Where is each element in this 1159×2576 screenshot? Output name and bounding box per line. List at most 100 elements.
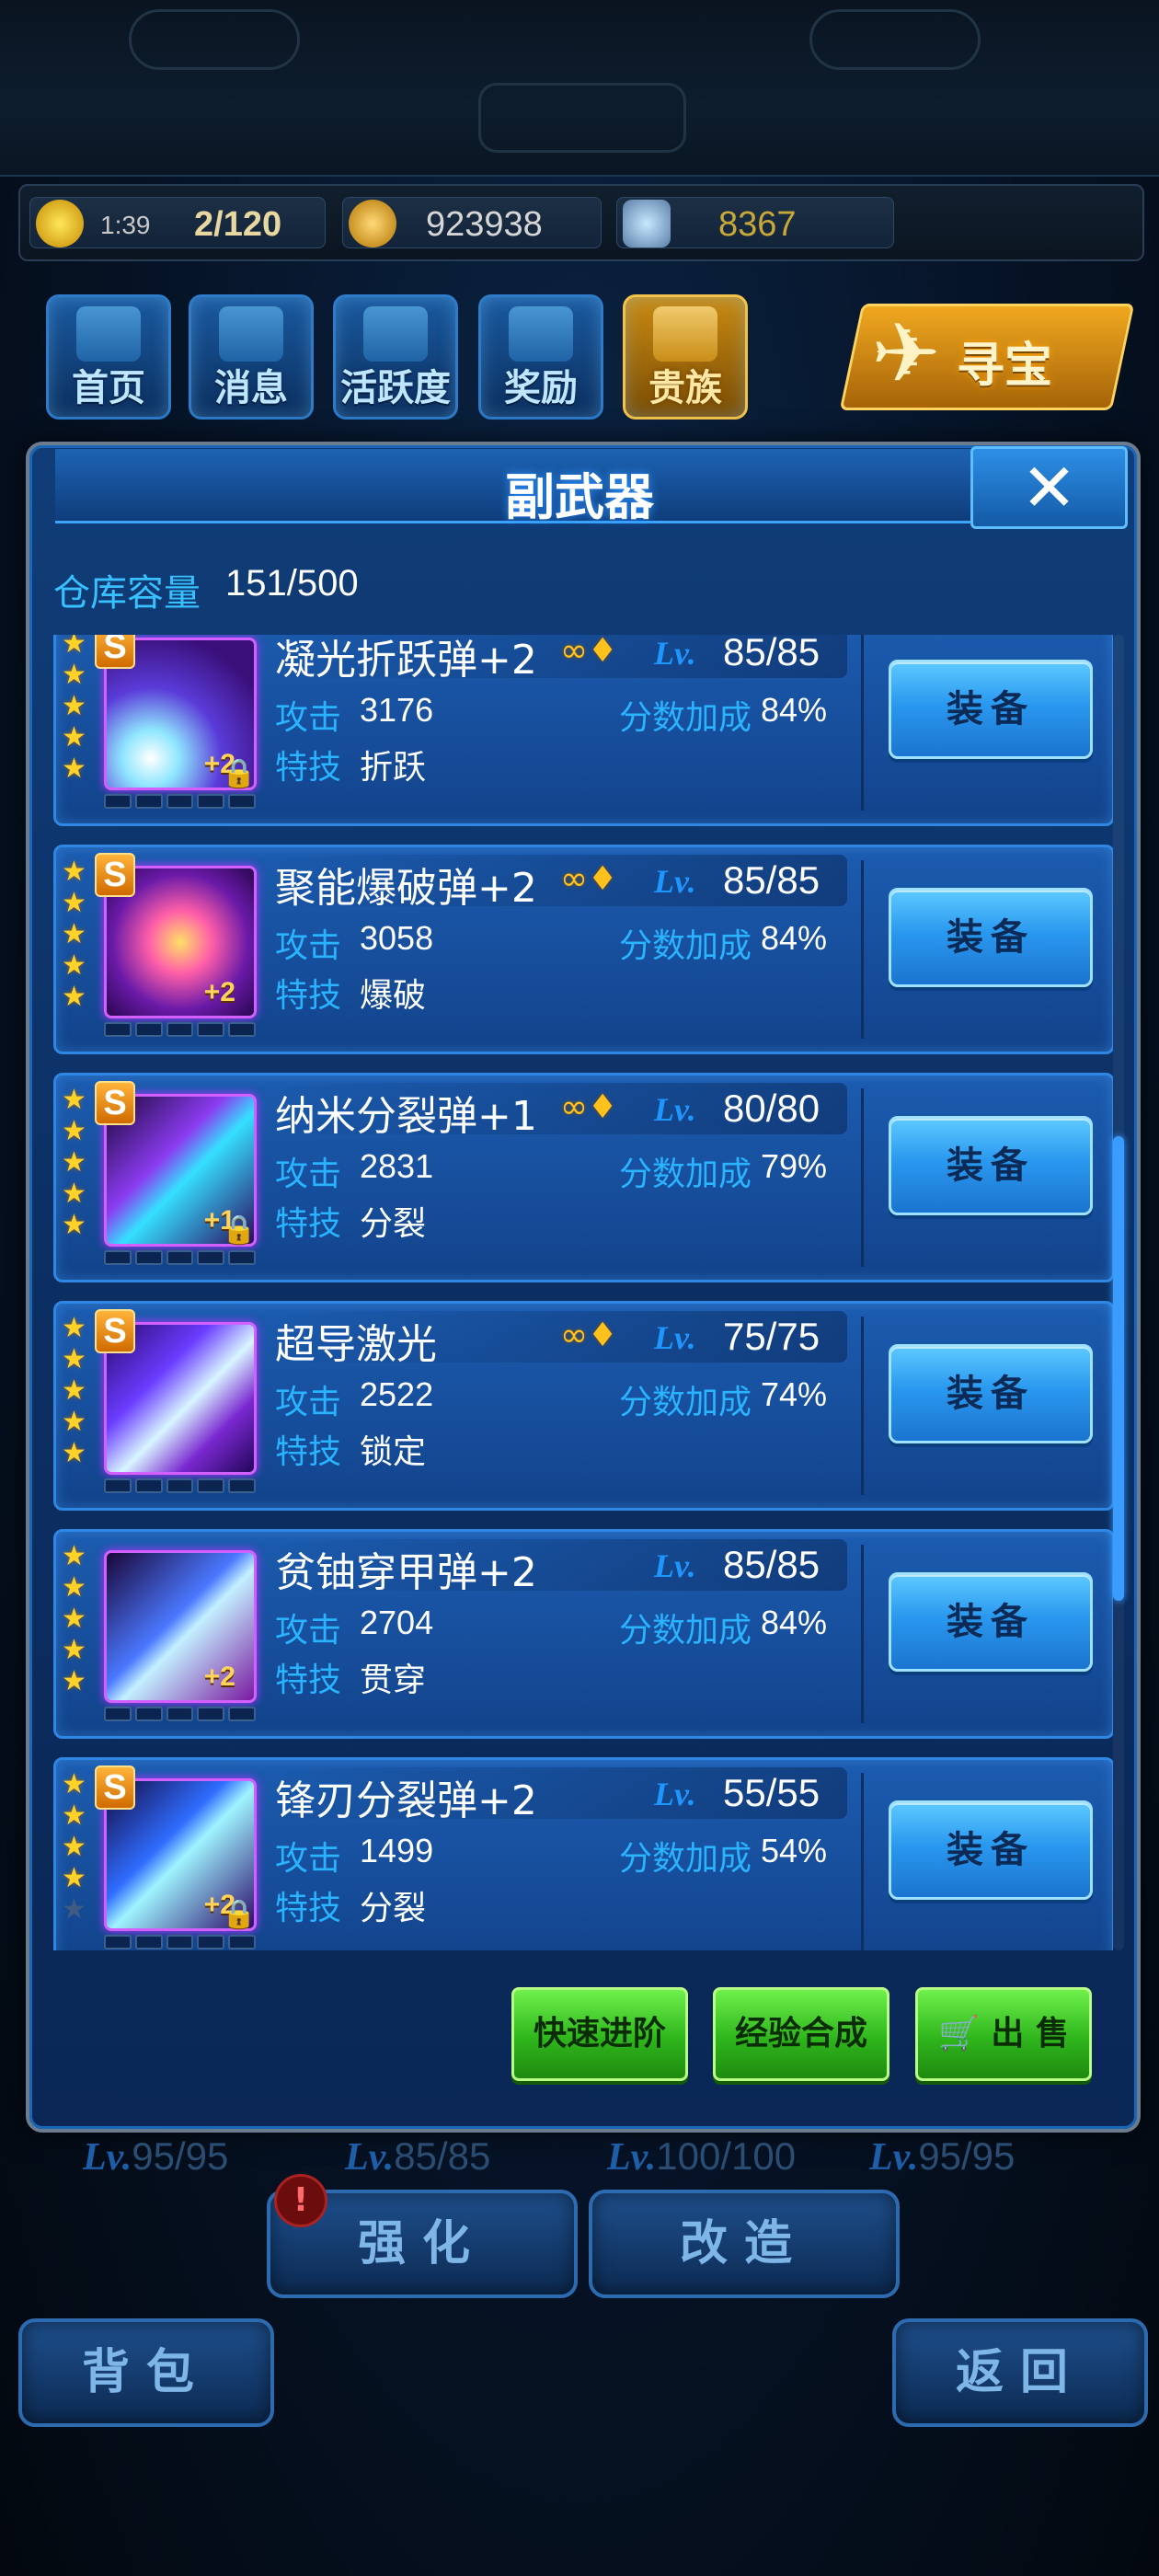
- link-icon: ∞♦: [560, 1317, 618, 1354]
- bonus-value: 79%: [761, 1147, 828, 1185]
- badge-icon: [363, 306, 428, 362]
- gem-slots: [104, 1250, 256, 1265]
- weapon-name: 贫铀穿甲弹+2: [275, 1549, 537, 1596]
- capacity-value: 151/500: [225, 563, 359, 604]
- weapon-name: 超导激光: [275, 1321, 437, 1368]
- weapon-row[interactable]: ★ ★ ★ ★ ★ +2 贫铀穿甲弹+2 Lv. 85/85 攻击 2704 分数加成 …: [53, 1529, 1113, 1739]
- lock-icon[interactable]: 🔒: [222, 757, 256, 790]
- attack-value: 2831: [360, 1147, 434, 1185]
- menu-label: 首页: [72, 367, 145, 409]
- star-icon: ★: [62, 659, 86, 691]
- equip-button[interactable]: 装备: [889, 660, 1093, 759]
- star-icon: ★: [62, 1603, 86, 1635]
- weapon-row[interactable]: ★ ★ ★ ★ ★ S +1 🔒 纳米分裂弹+1 ∞♦ Lv. 80/80 攻击 283…: [53, 1073, 1113, 1282]
- skill-value: 锁定: [360, 1433, 427, 1471]
- menu-label: 消息: [214, 367, 288, 409]
- star-icon: ★: [62, 1437, 86, 1469]
- hud-level-value: 95/95: [918, 2134, 1016, 2178]
- lock-icon[interactable]: 🔒: [222, 1213, 256, 1247]
- back-button[interactable]: 返回: [892, 2318, 1148, 2427]
- star-icon: ★: [62, 1374, 86, 1407]
- equip-button[interactable]: 装备: [889, 1116, 1093, 1215]
- hud-level-value: 85/85: [394, 2134, 491, 2178]
- skill-label: 特技: [275, 977, 342, 1015]
- equip-button[interactable]: 装备: [889, 1572, 1093, 1672]
- row-divider: [861, 1088, 864, 1267]
- attack-label: 攻击: [275, 699, 342, 737]
- weapon-row[interactable]: ★ ★ ★ ★ ★ S +2 🔒 凝光折跃弹+2 ∞♦ Lv. 85/85 攻击 317…: [53, 635, 1113, 826]
- attack-value: 2522: [360, 1375, 434, 1413]
- lv-prefix: Lv.: [869, 2136, 919, 2179]
- jet-icon: ✈: [871, 305, 941, 402]
- star-icon: ★: [62, 1800, 86, 1832]
- cart-icon: 🛒: [938, 2015, 980, 2053]
- sell-button[interactable]: 🛒 出 售: [915, 1987, 1092, 2081]
- energy-count: 2/120: [194, 205, 282, 244]
- star-icon: ★: [62, 981, 86, 1013]
- gem-slots: [104, 1935, 256, 1949]
- diamond-icon: [623, 200, 671, 247]
- menu-noble-button[interactable]: 贵族: [623, 294, 748, 420]
- scrollbar-thumb[interactable]: [1113, 1136, 1124, 1601]
- bonus-label: 分数加成: [619, 1156, 752, 1193]
- fast-advance-button[interactable]: 快速进阶: [511, 1987, 688, 2081]
- weapon-level: 85/85: [723, 1543, 820, 1586]
- menu-reward-button[interactable]: 奖励: [478, 294, 603, 420]
- equip-button[interactable]: 装备: [889, 1800, 1093, 1900]
- equip-button[interactable]: 装备: [889, 1344, 1093, 1443]
- link-icon: ∞♦: [560, 860, 618, 898]
- top-frame: [0, 0, 1159, 177]
- enhance-level: +2: [203, 1662, 235, 1692]
- equip-button[interactable]: 装备: [889, 888, 1093, 987]
- modify-button[interactable]: 改造: [589, 2190, 900, 2298]
- grade-badge: S: [95, 1081, 135, 1125]
- star-rating: ★ ★ ★ ★ ★: [62, 1769, 89, 1926]
- bag-button[interactable]: 背包: [18, 2318, 274, 2427]
- gold-pill[interactable]: 923938: [342, 197, 602, 248]
- weapon-icon[interactable]: +2: [104, 1550, 257, 1703]
- grade-badge: S: [95, 853, 135, 897]
- menu-home-button[interactable]: 首页: [46, 294, 171, 420]
- lv-label: Lv.: [654, 1547, 696, 1584]
- weapon-row[interactable]: ★ ★ ★ ★ ★ S +2 聚能爆破弹+2 ∞♦ Lv. 85/85 攻击 3058 …: [53, 845, 1113, 1054]
- skill-label: 特技: [275, 749, 342, 787]
- alert-badge: !: [274, 2174, 327, 2227]
- hud-level-value: 100/100: [656, 2134, 797, 2178]
- weapon-level: 80/80: [723, 1087, 820, 1130]
- menu-activity-button[interactable]: 活跃度: [333, 294, 458, 420]
- attack-label: 攻击: [275, 927, 342, 965]
- gift-icon: [509, 306, 573, 362]
- weapon-level: 55/55: [723, 1771, 820, 1814]
- star-icon: ★: [62, 1571, 86, 1604]
- crown-icon: [653, 306, 717, 362]
- bonus-label: 分数加成: [619, 927, 752, 965]
- star-icon: ★: [62, 1665, 86, 1697]
- skill-value: 分裂: [360, 1205, 427, 1243]
- row-divider: [861, 860, 864, 1039]
- lv-label: Lv.: [654, 1319, 696, 1356]
- bonus-value: 54%: [761, 1832, 828, 1869]
- weapon-list[interactable]: ★ ★ ★ ★ ★ S +2 🔒 凝光折跃弹+2 ∞♦ Lv. 85/85 攻击 317…: [46, 635, 1113, 1950]
- menu-message-button[interactable]: 消息: [189, 294, 314, 420]
- grade-badge: S: [95, 1765, 135, 1810]
- close-button[interactable]: ✕: [970, 446, 1128, 529]
- star-icon: ★: [62, 721, 86, 753]
- frame-ornament: [809, 9, 981, 70]
- mail-icon: [219, 306, 283, 362]
- skill-label: 特技: [275, 1662, 342, 1699]
- bonus-value: 84%: [761, 691, 828, 729]
- hud-level-2: Lv.85/85: [345, 2134, 490, 2179]
- star-icon: ★: [62, 753, 86, 785]
- exp-merge-button[interactable]: 经验合成: [713, 1987, 889, 2081]
- link-icon: ∞♦: [560, 1088, 618, 1126]
- attack-value: 2704: [360, 1604, 434, 1641]
- star-rating: ★ ★ ★ ★ ★: [62, 1085, 89, 1241]
- treasure-label: 寻宝: [957, 339, 1053, 394]
- lv-label: Lv.: [654, 1776, 696, 1812]
- weapon-row[interactable]: ★ ★ ★ ★ ★ S 超导激光 ∞♦ Lv. 75/75 攻击 2522 分数加成 7…: [53, 1301, 1113, 1511]
- link-icon: ∞♦: [560, 635, 618, 670]
- lock-icon[interactable]: 🔒: [222, 1898, 256, 1931]
- energy-pill[interactable]: 1:39 2/120: [29, 197, 326, 248]
- gem-pill[interactable]: 8367: [616, 197, 894, 248]
- weapon-row[interactable]: ★ ★ ★ ★ ★ S +2 🔒 锋刃分裂弹+2 Lv. 55/55 攻击 1499 分…: [53, 1757, 1113, 1950]
